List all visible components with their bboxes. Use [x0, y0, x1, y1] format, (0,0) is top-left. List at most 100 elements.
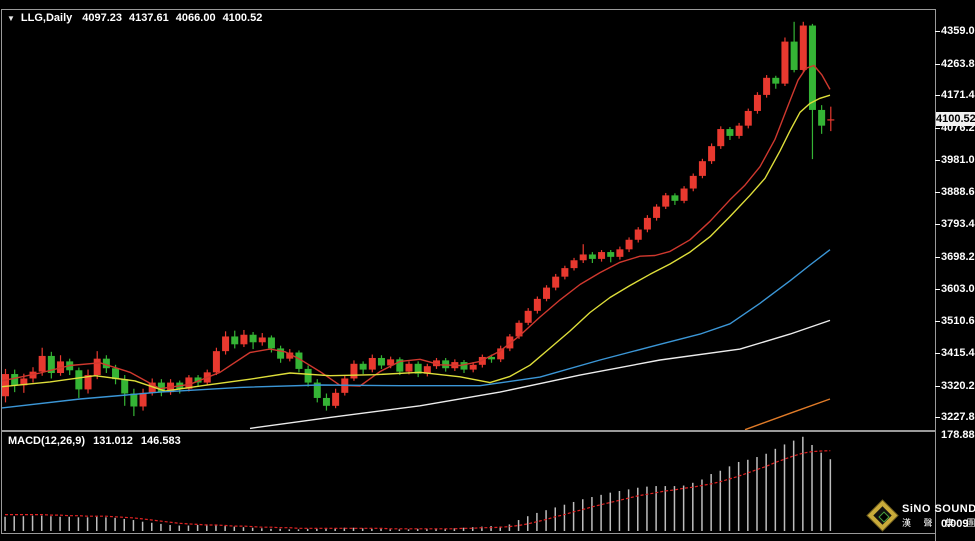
macd-histogram-bar — [151, 523, 153, 531]
macd-histogram-bar — [371, 529, 373, 531]
macd-histogram-bar — [298, 529, 300, 531]
price-axis-tick-mark — [935, 224, 940, 225]
candle-body — [662, 195, 669, 206]
frame-bottom — [1, 533, 935, 534]
candle-body — [94, 359, 101, 375]
macd-histogram-bar — [23, 516, 25, 531]
candle-body — [791, 42, 798, 70]
candle-body — [121, 379, 128, 393]
macd-histogram-bar — [41, 516, 43, 531]
candle-body — [75, 370, 82, 389]
macd-histogram-bar — [380, 529, 382, 531]
macd-histogram-bar — [13, 516, 15, 531]
candle-body — [240, 335, 247, 345]
candle-body — [506, 336, 513, 348]
open-value: 4097.23 — [82, 12, 122, 24]
price-axis-tick-label: 3320.20 — [941, 380, 975, 392]
ma-fast-red-line — [2, 66, 830, 389]
macd-histogram-bar — [316, 529, 318, 531]
macd-histogram-bar — [784, 444, 786, 531]
ma-yellow-line — [2, 95, 830, 391]
macd-histogram-bar — [738, 462, 740, 531]
macd-histogram-bar — [261, 528, 263, 531]
macd-histogram-bar — [114, 518, 116, 531]
macd-main-value: 131.012 — [93, 435, 133, 447]
macd-histogram-bar — [142, 522, 144, 531]
candle-body — [130, 394, 137, 407]
close-value: 4100.52 — [223, 12, 263, 24]
symbol-collapse-arrow-icon[interactable]: ▼ — [7, 14, 15, 23]
macd-histogram-bar — [50, 516, 52, 531]
candle-body — [561, 268, 568, 277]
macd-histogram-bar — [325, 529, 327, 531]
price-axis-tick-mark — [935, 353, 940, 354]
main-candlestick-chart[interactable] — [2, 10, 935, 430]
macd-histogram-bar — [628, 489, 630, 531]
macd-histogram-bar — [573, 502, 575, 531]
macd-histogram-bar — [793, 441, 795, 531]
candle-body — [323, 398, 330, 406]
macd-histogram-bar — [32, 516, 33, 531]
macd-histogram-bar — [665, 486, 667, 531]
candle-body — [827, 119, 834, 120]
macd-histogram-bar — [353, 528, 355, 531]
price-axis-tick-label: 3227.80 — [941, 411, 975, 423]
price-axis-tick-label: 3698.20 — [941, 251, 975, 263]
macd-histogram-bar — [399, 529, 401, 531]
candle-body — [818, 110, 825, 126]
macd-histogram-bar — [160, 524, 162, 531]
macd-histogram-bar — [197, 525, 199, 531]
symbol-timeframe-label: LLG,Daily — [21, 12, 72, 24]
candle-body — [2, 374, 9, 396]
price-axis-tick-label: 3888.60 — [941, 186, 975, 198]
macd-histogram-bar — [169, 525, 171, 531]
macd-histogram-bar — [747, 460, 749, 531]
candle-body — [552, 277, 559, 288]
candle-body — [571, 260, 578, 268]
macd-indicator-label: MACD(12,26,9) 131.012 146.583 — [8, 435, 186, 447]
candle-body — [616, 249, 623, 257]
candle-body — [644, 218, 651, 230]
chart-window: ▼ LLG,Daily 4097.23 4137.61 4066.00 4100… — [0, 0, 975, 541]
macd-histogram-bar — [270, 529, 272, 531]
price-axis-tick-mark — [935, 95, 940, 96]
macd-histogram-bar — [59, 517, 61, 531]
macd-histogram-bar — [637, 488, 639, 531]
macd-histogram-bar — [243, 527, 245, 531]
macd-histogram-bar — [234, 527, 236, 531]
macd-histogram-bar — [289, 529, 291, 531]
macd-name: MACD(12,26,9) — [8, 435, 85, 447]
macd-histogram-bar — [582, 499, 584, 531]
low-value: 4066.00 — [176, 12, 216, 24]
candle-body — [39, 356, 46, 372]
frame-right-axis-border — [935, 9, 936, 541]
macd-histogram-bar — [600, 495, 602, 531]
candle-body — [708, 146, 715, 161]
macd-histogram-bar — [692, 483, 694, 531]
price-axis-tick-mark — [935, 31, 940, 32]
macd-histogram-bar — [683, 486, 685, 531]
macd-histogram-bar — [389, 529, 391, 531]
macd-histogram-bar — [765, 454, 767, 531]
macd-signal-line — [5, 451, 830, 529]
candle-body — [589, 254, 596, 258]
candle-body — [360, 364, 367, 370]
candle-body — [772, 78, 779, 84]
macd-histogram-bar — [188, 526, 190, 531]
ma-orange-line — [745, 399, 830, 430]
candle-body — [259, 337, 266, 342]
candle-body — [222, 336, 229, 351]
macd-histogram-bar — [463, 528, 465, 531]
price-axis-tick-label: 3415.40 — [941, 347, 975, 359]
price-axis-tick-mark — [935, 321, 940, 322]
price-axis-tick-label: 4263.80 — [941, 58, 975, 70]
macd-histogram-bar — [509, 524, 511, 531]
macd-indicator-panel[interactable] — [2, 432, 935, 533]
candle-body — [305, 369, 312, 383]
macd-histogram-bar — [224, 526, 226, 531]
macd-histogram-bar — [545, 510, 547, 531]
macd-histogram-bar — [646, 487, 648, 531]
macd-histogram-bar — [720, 471, 722, 531]
macd-histogram-bar — [179, 526, 181, 531]
candle-body — [681, 189, 688, 201]
